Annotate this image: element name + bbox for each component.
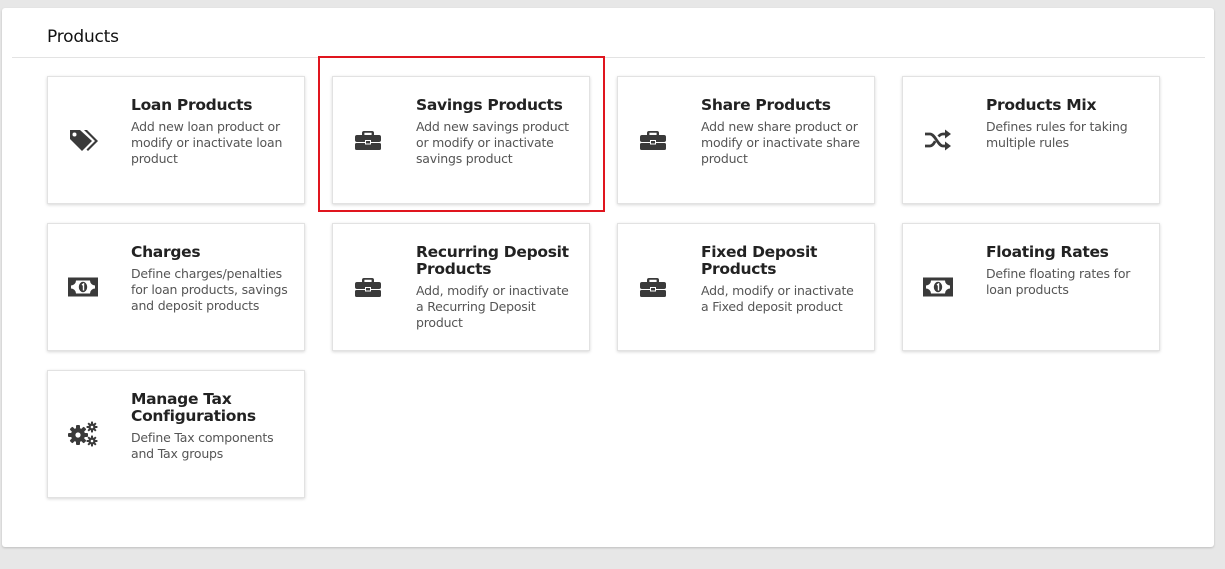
money-bill-icon: [66, 224, 100, 350]
card-description: Define charges/penalties for loan produc…: [131, 266, 288, 313]
briefcase-icon: [351, 77, 385, 203]
card-description: Add new savings product or modify or ina…: [416, 119, 569, 166]
loan-products-card[interactable]: Loan Products Add new loan product or mo…: [47, 76, 305, 204]
card-description: Define Tax components and Tax groups: [131, 430, 274, 461]
card-description: Add new share product or modify or inact…: [701, 119, 860, 166]
card-title: Fixed Deposit Products: [701, 243, 818, 278]
tags-icon: [66, 77, 100, 203]
page-title: Products: [47, 27, 119, 47]
card-description: Add new loan product or modify or inacti…: [131, 119, 283, 166]
briefcase-icon: [636, 224, 670, 350]
money-bill-icon: [921, 224, 955, 350]
card-title: Products Mix: [986, 96, 1097, 114]
recurring-deposit-products-card[interactable]: Recurring Deposit Products Add, modify o…: [332, 223, 590, 351]
cogs-icon: [66, 371, 100, 497]
card-description: Add, modify or inactivate a Fixed deposi…: [701, 283, 854, 314]
briefcase-icon: [636, 77, 670, 203]
fixed-deposit-products-card[interactable]: Fixed Deposit Products Add, modify or in…: [617, 223, 875, 351]
products-mix-card[interactable]: Products Mix Defines rules for taking mu…: [902, 76, 1160, 204]
card-title: Loan Products: [131, 96, 253, 114]
card-title: Charges: [131, 243, 201, 261]
card-description: Add, modify or inactivate a Recurring De…: [416, 283, 569, 330]
floating-rates-card[interactable]: Floating Rates Define floating rates for…: [902, 223, 1160, 351]
shuffle-icon: [921, 77, 955, 203]
card-title: Savings Products: [416, 96, 563, 114]
card-title: Floating Rates: [986, 243, 1109, 261]
charges-card[interactable]: Charges Define charges/penalties for loa…: [47, 223, 305, 351]
share-products-card[interactable]: Share Products Add new share product or …: [617, 76, 875, 204]
card-title: Recurring Deposit Products: [416, 243, 569, 278]
card-title: Share Products: [701, 96, 831, 114]
card-description: Defines rules for taking multiple rules: [986, 119, 1128, 150]
card-title: Manage Tax Configurations: [131, 390, 256, 425]
products-panel: Products Loan Products Add new loan prod…: [2, 8, 1214, 547]
manage-tax-configurations-card[interactable]: Manage Tax Configurations Define Tax com…: [47, 370, 305, 498]
title-divider: [12, 57, 1205, 58]
savings-products-card[interactable]: Savings Products Add new savings product…: [332, 76, 590, 204]
briefcase-icon: [351, 224, 385, 350]
card-description: Define floating rates for loan products: [986, 266, 1131, 297]
